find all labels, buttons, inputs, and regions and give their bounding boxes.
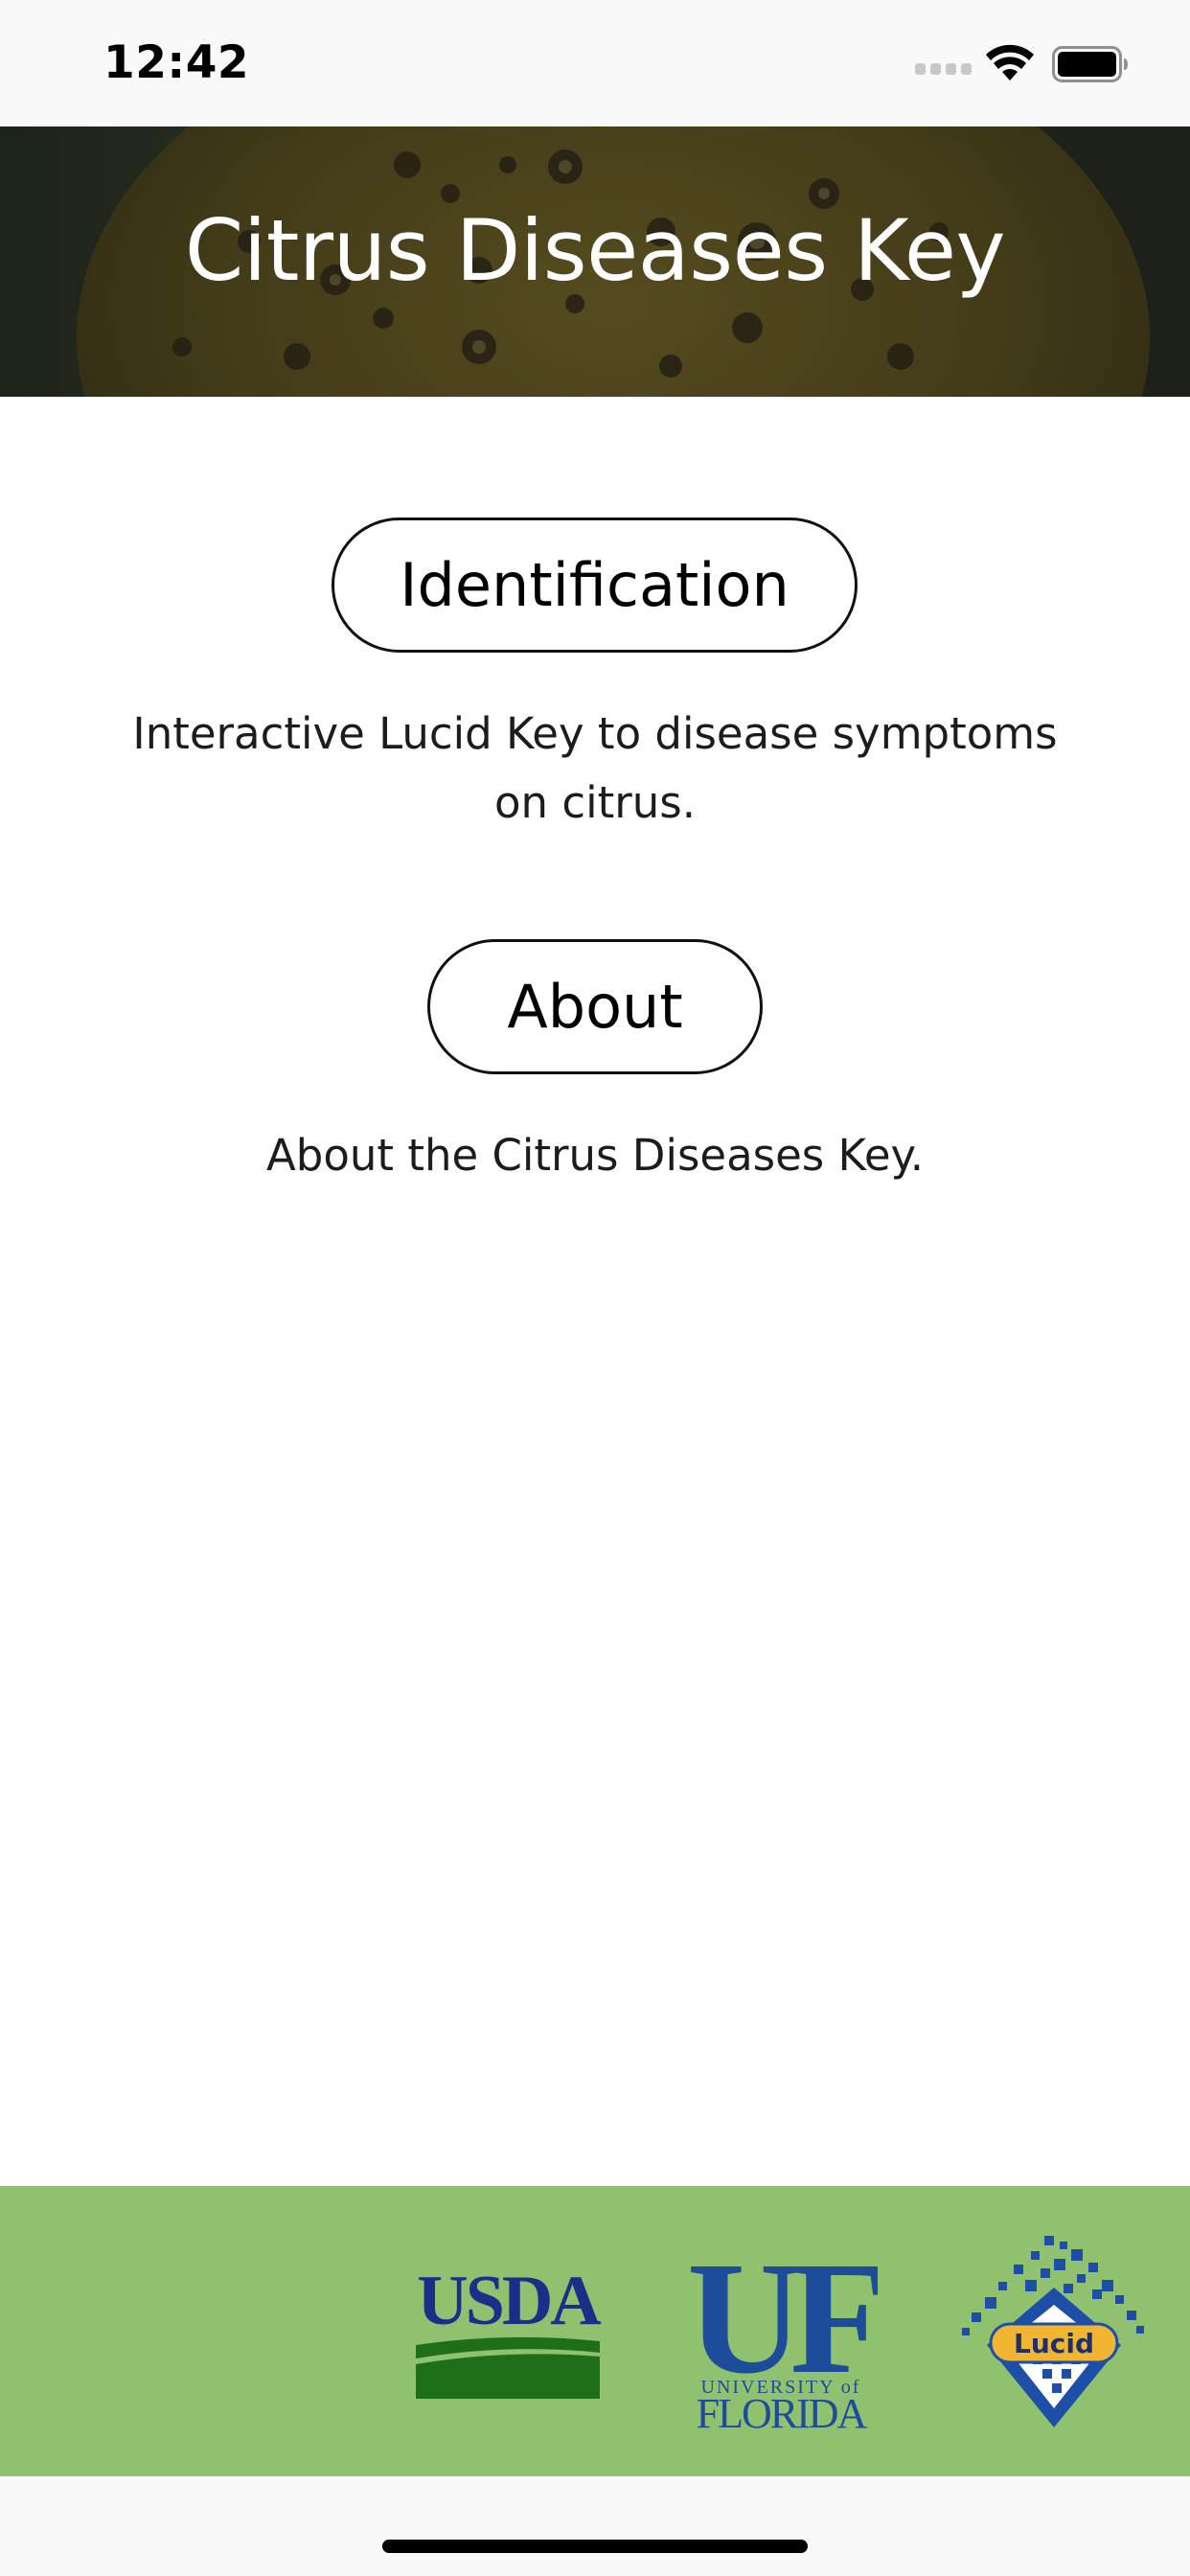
identification-button-label: Identification [400,550,790,620]
lucid-logo: Lucid [962,2236,1144,2427]
status-time: 12:42 [103,36,250,89]
svg-text:FLORIDA: FLORIDA [697,2390,868,2429]
about-description: About the Citrus Diseases Key. [265,1130,925,1181]
about-button-label: About [507,972,683,1042]
header-banner: Citrus Diseases Key [0,126,1190,397]
svg-text:USDA: USDA [417,2265,601,2340]
uf-logo: UF UNIVERSITY of FLORIDA [687,2240,878,2429]
cellular-signal-icon [915,63,972,75]
identification-button[interactable]: Identification [332,518,858,653]
battery-icon [1052,46,1128,82]
status-bar: 12:42 [0,0,1190,126]
home-indicator[interactable] [382,2540,808,2553]
about-button[interactable]: About [427,939,763,1074]
usda-logo: USDA [416,2265,604,2399]
identification-description: Interactive Lucid Key to disease symptom… [132,708,1058,828]
svg-text:Lucid: Lucid [1014,2328,1094,2359]
home-indicator-area [0,2476,1190,2576]
page-title: Citrus Diseases Key [184,201,1006,300]
main-content: Identification Interactive Lucid Key to … [0,397,1190,2186]
footer-logos: USDA UF UNIVERSITY of FLORIDA Lucid [0,2186,1190,2476]
wifi-icon [986,44,1034,80]
